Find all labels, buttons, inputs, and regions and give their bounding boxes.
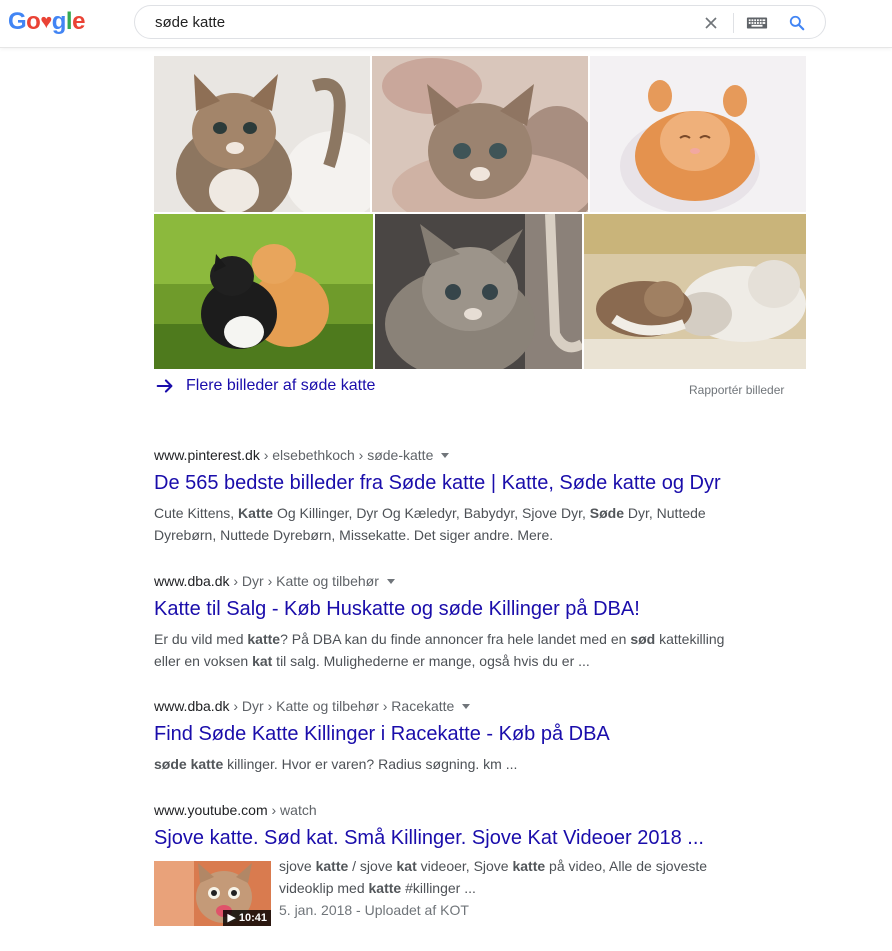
search-icon[interactable] [787,13,807,33]
result-title-link[interactable]: Find Søde Katte Killinger i Racekatte - … [154,721,754,747]
logo-letter: o [26,8,41,35]
video-date: 5. jan. 2018 - Uploadet af KOT [279,902,469,918]
result-title-link[interactable]: Sjove katte. Sød kat. Små Killinger. Sjo… [154,825,754,851]
snippet-highlight: Katte [238,505,274,521]
snippet-highlight: katte [368,880,402,896]
clear-icon[interactable] [701,13,721,33]
result-path: › elsebethkoch › søde-katte [259,447,434,463]
image-result-kitten-held[interactable] [372,56,588,212]
snippet-text: sjove [279,858,316,874]
searchbox-divider [733,13,734,33]
video-duration: ▶ 10:41 [223,910,271,926]
search-result: www.dba.dk › Dyr › Katte og tilbehør Kat… [154,572,754,672]
result-cite[interactable]: www.pinterest.dk › elsebethkoch › søde-k… [154,446,754,464]
image-result-kittens-hugging[interactable] [154,214,373,369]
result-domain: www.dba.dk [154,698,230,714]
image-result-cats-cuddling[interactable] [584,214,806,369]
video-snippet: sjove katte / sjove kat videoer, Sjove k… [279,855,754,926]
logo-letter: g [51,8,67,35]
result-cite[interactable]: www.dba.dk › Dyr › Katte og tilbehør [154,572,754,590]
snippet-text: ? På DBA kan du finde annoncer fra hele … [280,631,631,647]
caret-down-icon[interactable] [462,704,471,709]
snippet-highlight: kat [252,653,273,669]
result-snippet: søde katte killinger. Hvor er varen? Rad… [154,753,744,775]
snippet-text: videoer, Sjove [416,858,513,874]
result-snippet: Er du vild med katte? På DBA kan du find… [154,628,744,672]
result-cite[interactable]: www.youtube.com › watch [154,801,754,819]
more-images-label: Flere billeder af søde katte [186,377,376,394]
snippet-highlight: kat [396,858,417,874]
snippet-text: killinger. Hvor er varen? Radius søgning… [223,756,518,772]
result-snippet: Cute Kittens, Katte Og Killinger, Dyr Og… [154,502,744,546]
arrow-right-icon [156,379,173,393]
snippet-text: Og Killinger, Dyr Og Kæledyr, Babydyr, S… [273,505,590,521]
search-input[interactable] [155,14,675,31]
snippet-text: til salg. Mulighederne er mange, også hv… [272,653,590,669]
snippet-text: / sjove [348,858,397,874]
snippet-highlight: søde katte [154,756,224,772]
snippet-highlight: katte [315,858,349,874]
snippet-text: #killinger ... [401,880,476,896]
snippet-highlight: Søde [589,505,624,521]
result-domain: www.pinterest.dk [154,447,260,463]
snippet-highlight: katte [512,858,546,874]
snippet-highlight: sød [630,631,656,647]
search-result: www.pinterest.dk › elsebethkoch › søde-k… [154,446,754,546]
logo-letter: e [72,8,85,35]
image-result-grey-kitten[interactable] [375,214,582,369]
image-result-kitten-tabby[interactable] [154,56,370,212]
result-title-link[interactable]: De 565 bedste billeder fra Søde katte | … [154,470,754,496]
result-cite[interactable]: www.dba.dk › Dyr › Katte og tilbehør › R… [154,697,754,715]
result-domain: www.youtube.com [154,802,268,818]
result-title-link[interactable]: Katte til Salg - Køb Huskatte og søde Ki… [154,596,754,622]
snippet-highlight: katte [247,631,281,647]
search-header: Go♥gle [0,0,892,48]
search-result: www.dba.dk › Dyr › Katte og tilbehør › R… [154,697,754,775]
caret-down-icon[interactable] [441,453,450,458]
more-images-link[interactable]: Flere billeder af søde katte [154,374,375,398]
result-domain: www.dba.dk [154,573,230,589]
snippet-text: Er du vild med [154,631,248,647]
video-thumbnail[interactable]: ▶ 10:41 [154,861,271,926]
snippet-text: Cute Kittens, [154,505,239,521]
logo-letter: G [8,8,27,35]
result-path: › watch [267,802,317,818]
google-logo[interactable]: Go♥gle [8,8,85,36]
result-path: › Dyr › Katte og tilbehør › Racekatte [229,698,455,714]
result-path: › Dyr › Katte og tilbehør [229,573,379,589]
heart-icon: ♥ [40,11,52,33]
search-box[interactable] [134,5,826,39]
search-result-video: www.youtube.com › watch Sjove katte. Sød… [154,801,754,926]
caret-down-icon[interactable] [386,579,395,584]
keyboard-icon[interactable] [746,13,768,33]
image-result-orange-kitten-sleeping[interactable] [590,56,806,212]
report-images-link[interactable]: Rapportér billeder [689,383,784,397]
